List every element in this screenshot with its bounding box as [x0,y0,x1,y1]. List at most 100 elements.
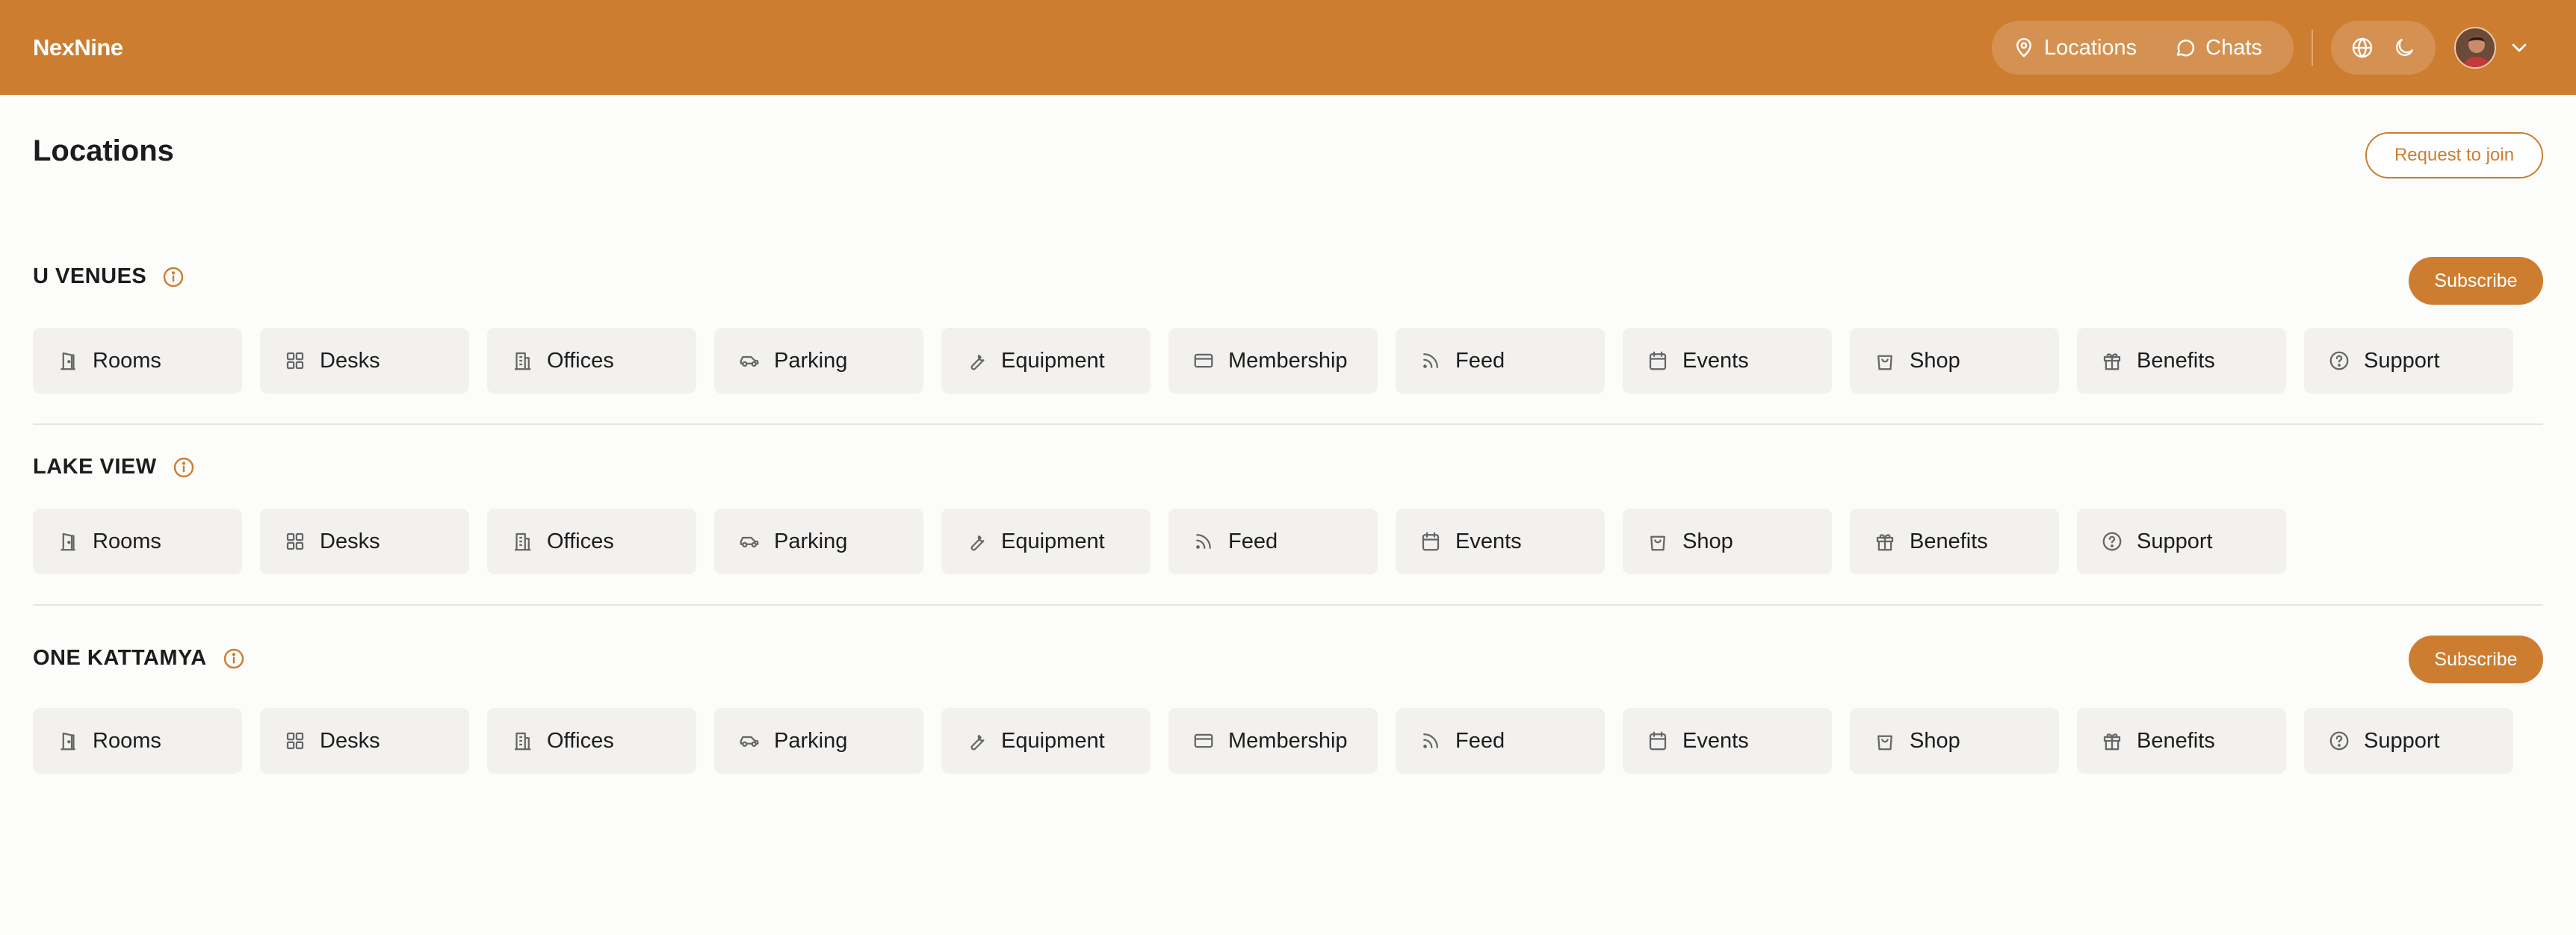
info-icon[interactable] [222,647,246,671]
tile-label: Membership [1228,348,1348,373]
tile-desks[interactable]: Desks [260,708,469,774]
rss-icon [1423,733,1438,748]
top-bar: NexNine Locations Chats [0,0,2576,95]
car-icon [740,355,759,367]
location-section-lake-view: LAKE VIEW Rooms Desks Offices Parking Eq… [33,447,2543,581]
tile-label: Benefits [1910,529,1988,553]
tile-feed[interactable]: Feed [1396,328,1605,394]
tile-label: Events [1682,728,1749,753]
nav-chats[interactable]: Chats [2174,36,2262,60]
tile-label: Events [1455,529,1522,553]
tile-events[interactable]: Events [1396,509,1605,574]
tile-equipment[interactable]: Equipment [941,509,1151,574]
tile-benefits[interactable]: Benefits [2077,708,2286,774]
tile-offices[interactable]: Offices [487,509,696,574]
section-title: LAKE VIEW [33,455,157,479]
door-icon [61,532,75,551]
tile-desks[interactable]: Desks [260,328,469,394]
tile-shop[interactable]: Shop [1623,509,1832,574]
door-icon [61,732,75,751]
shopping-bag-icon [1650,535,1665,551]
tile-label: Parking [774,728,848,753]
tile-label: Support [2137,529,2213,553]
help-circle-icon [2329,731,2349,751]
tile-benefits[interactable]: Benefits [2077,328,2286,394]
tile-shop[interactable]: Shop [1850,708,2059,774]
tile-benefits[interactable]: Benefits [1850,509,2059,574]
credit-card-icon [1194,733,1213,748]
tile-label: Desks [320,728,380,753]
tile-feed[interactable]: Feed [1396,708,1605,774]
tile-label: Benefits [2137,728,2215,753]
moon-icon[interactable] [2392,36,2416,60]
tile-rooms[interactable]: Rooms [33,708,242,774]
tile-label: Shop [1910,728,1960,753]
nav-chats-label: Chats [2205,35,2262,60]
wrench-icon [970,735,985,751]
tile-events[interactable]: Events [1623,328,1832,394]
tile-membership[interactable]: Membership [1168,708,1378,774]
tile-equipment[interactable]: Equipment [941,708,1151,774]
wrench-icon [970,535,985,551]
tile-events[interactable]: Events [1623,708,1832,774]
utility-controls [2331,21,2436,75]
tile-label: Offices [547,529,614,553]
subscribe-button[interactable]: Subscribe [2409,257,2543,305]
tile-support[interactable]: Support [2304,328,2513,394]
tile-equipment[interactable]: Equipment [941,328,1151,394]
wrench-icon [970,355,985,370]
shopping-bag-icon [1877,355,1892,370]
location-section-u-venues: U VENUES Subscribe Rooms Desks Offices P… [33,254,2543,396]
tile-desks[interactable]: Desks [260,509,469,574]
section-header: U VENUES [33,264,185,289]
header-divider [2312,30,2313,66]
tile-label: Desks [320,529,380,553]
tile-offices[interactable]: Offices [487,328,696,394]
tile-label: Parking [774,529,848,553]
calendar-icon [1649,351,1667,370]
tile-rooms[interactable]: Rooms [33,328,242,394]
tile-label: Feed [1455,728,1505,753]
service-tiles: Rooms Desks Offices Parking Equipment Me… [33,328,2513,394]
section-title: U VENUES [33,264,147,288]
tile-support[interactable]: Support [2077,509,2286,574]
tile-label: Membership [1228,728,1348,753]
nav-locations[interactable]: Locations [2013,36,2137,60]
gift-icon [2103,353,2121,370]
subscribe-button[interactable]: Subscribe [2409,636,2543,683]
tile-label: Support [2364,348,2440,373]
tile-offices[interactable]: Offices [487,708,696,774]
tile-parking[interactable]: Parking [714,328,923,394]
section-divider [33,604,2543,606]
user-avatar[interactable] [2454,27,2496,69]
tile-label: Benefits [2137,348,2215,373]
tile-rooms[interactable]: Rooms [33,509,242,574]
grid-icon [286,352,304,370]
section-header: LAKE VIEW [33,455,196,479]
tile-membership[interactable]: Membership [1168,328,1378,394]
map-pin-icon [2016,37,2031,58]
building-icon [513,352,532,370]
info-icon[interactable] [172,456,196,479]
tile-label: Feed [1455,348,1505,373]
tile-label: Shop [1910,348,1960,373]
info-icon[interactable] [161,265,185,289]
tile-feed[interactable]: Feed [1168,509,1378,574]
globe-icon[interactable] [2350,36,2374,60]
tile-label: Desks [320,348,380,373]
help-circle-icon [2329,351,2349,370]
main-nav: Locations Chats [1992,21,2294,75]
tile-support[interactable]: Support [2304,708,2513,774]
chevron-down-icon[interactable] [2507,36,2531,60]
tile-label: Rooms [93,529,161,553]
car-icon [740,736,759,747]
request-to-join-button[interactable]: Request to join [2365,132,2543,178]
car-icon [740,536,759,547]
shopping-bag-icon [1877,735,1892,751]
tile-shop[interactable]: Shop [1850,328,2059,394]
tile-label: Feed [1228,529,1278,553]
door-icon [61,352,75,370]
tile-parking[interactable]: Parking [714,509,923,574]
tile-parking[interactable]: Parking [714,708,923,774]
brand-logo[interactable]: NexNine [33,0,123,95]
